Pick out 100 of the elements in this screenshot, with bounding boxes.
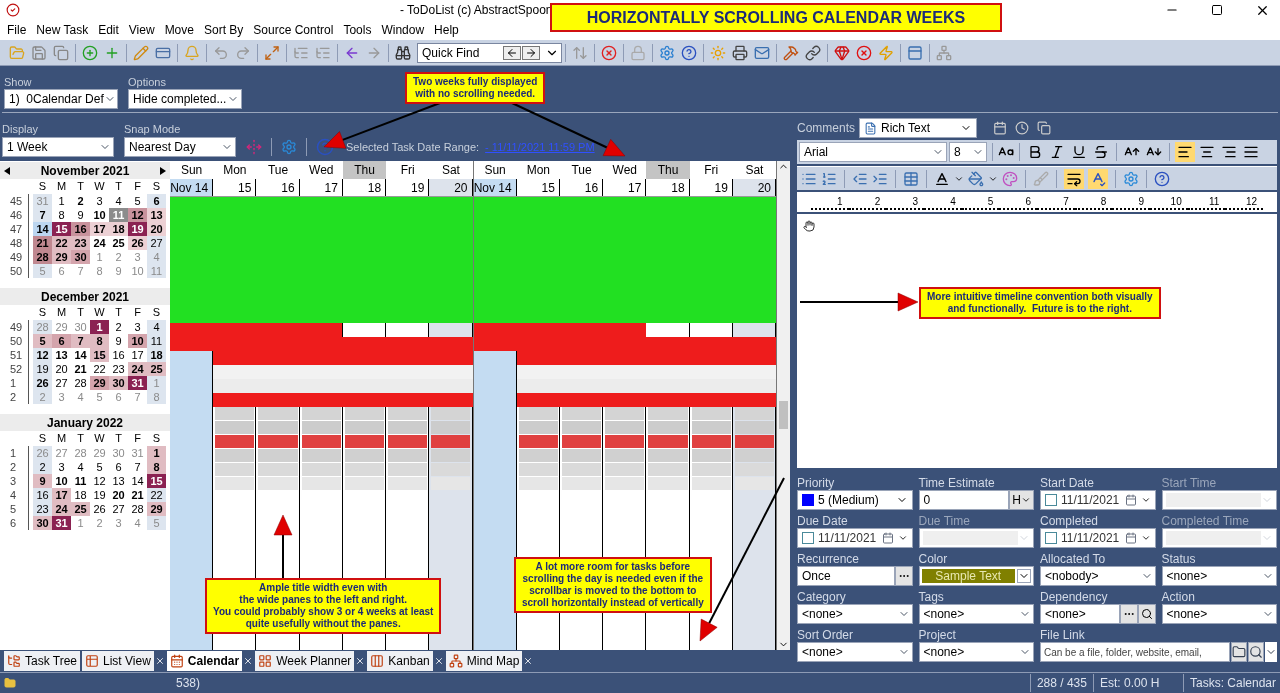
settings-icon[interactable]	[1123, 170, 1139, 187]
calendar-day[interactable]: 16	[71, 222, 90, 236]
menu-item[interactable]: Move	[159, 21, 199, 39]
calendar-day[interactable]: 12	[128, 208, 147, 222]
date-field[interactable]: 11/11/2021	[797, 528, 913, 548]
calendar-day[interactable]: 5	[33, 334, 52, 348]
calendar-icon[interactable]	[993, 121, 1007, 135]
next-month-icon[interactable]	[160, 166, 166, 175]
word-wrap-icon[interactable]	[1064, 168, 1084, 189]
calendar-day[interactable]: 20	[109, 488, 128, 502]
menu-item[interactable]: Sort By	[198, 21, 249, 39]
binoculars-icon[interactable]	[395, 44, 411, 61]
view-tab[interactable]: Calendar	[166, 651, 243, 671]
calendar-day[interactable]: 30	[33, 516, 52, 530]
view-tab[interactable]: Week Planner	[255, 651, 355, 671]
quick-find-field[interactable]: Quick Find	[417, 42, 562, 63]
next-icon[interactable]	[522, 45, 540, 60]
calendar-day[interactable]: 22	[52, 236, 71, 250]
network-icon[interactable]	[936, 44, 952, 61]
calendar-day[interactable]: 8	[147, 460, 166, 474]
calendar-day[interactable]: 15	[52, 222, 71, 236]
calendar-day[interactable]: 21	[33, 236, 52, 250]
comments-editor[interactable]	[797, 214, 1277, 468]
calendar-day[interactable]: 18	[147, 348, 166, 362]
spell-check-icon[interactable]	[1088, 168, 1108, 189]
lightning-icon[interactable]	[878, 44, 894, 61]
task-bar[interactable]	[518, 435, 558, 448]
calendar-day[interactable]: 26	[33, 376, 52, 390]
gem-icon[interactable]	[834, 44, 850, 61]
dropdown[interactable]: <none>	[797, 642, 913, 662]
menu-item[interactable]: View	[123, 21, 160, 39]
menu-item[interactable]: Tools	[338, 21, 377, 39]
dropdown[interactable]: <none>	[1161, 604, 1277, 624]
view-tab[interactable]: List View	[82, 651, 154, 671]
hammer-icon[interactable]	[783, 44, 799, 61]
calendar-day[interactable]: 8	[90, 334, 109, 348]
scrollbar-thumb[interactable]	[779, 401, 788, 429]
bell-icon[interactable]	[184, 44, 200, 61]
calendar-day[interactable]: 20	[147, 222, 166, 236]
calendar-day[interactable]: 6	[52, 334, 71, 348]
calendar-day[interactable]: 15	[90, 348, 109, 362]
task-bar[interactable]	[691, 435, 731, 448]
dropdown[interactable]: <none>	[918, 642, 1034, 662]
pencil-icon[interactable]	[133, 44, 149, 61]
checkbox[interactable]	[802, 532, 814, 544]
sort-icon[interactable]	[572, 44, 588, 61]
menu-item[interactable]: Edit	[93, 21, 124, 39]
link-icon[interactable]	[805, 44, 821, 61]
copy-icon[interactable]	[53, 44, 69, 61]
date-field[interactable]: 11/11/2021	[1040, 490, 1156, 510]
format-dropdown[interactable]: Rich Text	[859, 118, 977, 138]
task-bar[interactable]	[301, 435, 341, 448]
calendar-day[interactable]: 24	[52, 502, 71, 516]
close-tab-icon[interactable]	[523, 656, 534, 666]
checkbox[interactable]	[1045, 494, 1057, 506]
task-bar[interactable]	[734, 435, 774, 448]
align-right-icon[interactable]	[1221, 144, 1237, 160]
mail-icon[interactable]	[754, 44, 770, 61]
calendar-day[interactable]: 31	[128, 376, 147, 390]
calendar-day[interactable]: 11	[147, 334, 166, 348]
close-tab-icon[interactable]	[243, 656, 254, 666]
close-circle-icon[interactable]	[856, 44, 872, 61]
dropdown[interactable]: 1 Week	[2, 137, 114, 157]
priority-dropdown[interactable]: 5 (Medium)	[797, 490, 913, 510]
calendar-day[interactable]: 6	[147, 194, 166, 208]
calendar-day[interactable]: 25	[147, 362, 166, 376]
align-center-icon[interactable]	[1199, 144, 1215, 160]
task-bar[interactable]	[605, 435, 645, 448]
calendar-day[interactable]: 4	[147, 320, 166, 334]
calendar-day[interactable]: 2	[33, 460, 52, 474]
close-tab-icon[interactable]	[154, 656, 165, 666]
task-bar[interactable]	[344, 435, 385, 448]
dropdown[interactable]: Nearest Day	[124, 137, 236, 157]
paint-bucket-icon[interactable]	[968, 170, 984, 187]
unit-dropdown[interactable]: H	[1009, 490, 1034, 510]
calendar-day[interactable]: 16	[33, 488, 52, 502]
font-dropdown[interactable]: Arial	[799, 142, 947, 162]
folder-icon[interactable]	[1231, 642, 1247, 662]
calendar-day[interactable]: 23	[71, 236, 90, 250]
calendar-day[interactable]: 25	[109, 236, 128, 250]
calendar-day[interactable]: 27	[147, 236, 166, 250]
open-folder-icon[interactable]	[9, 44, 25, 61]
calendar-day[interactable]: 15	[147, 474, 166, 488]
calendar-day[interactable]: 19	[33, 362, 52, 376]
calendar-day[interactable]: 13	[147, 208, 166, 222]
dropdown[interactable]: Hide completed...	[128, 89, 242, 109]
settings-icon[interactable]	[659, 44, 675, 61]
task-bar[interactable]	[431, 435, 471, 448]
palette-icon[interactable]	[1002, 170, 1018, 187]
dropdown[interactable]: <none>	[918, 604, 1034, 624]
clock-icon[interactable]	[1015, 121, 1029, 135]
previous-month-icon[interactable]	[4, 166, 10, 175]
calendar-day[interactable]: 12	[33, 348, 52, 362]
calendar-day[interactable]: 1	[90, 320, 109, 334]
help-icon[interactable]	[681, 44, 697, 61]
view-tab[interactable]: Mind Map	[445, 651, 523, 671]
calendar-day[interactable]: 31	[52, 516, 71, 530]
previous-icon[interactable]	[503, 45, 521, 60]
font-size-dropdown[interactable]: 8	[949, 142, 987, 162]
numbered-list-icon[interactable]	[821, 170, 837, 187]
